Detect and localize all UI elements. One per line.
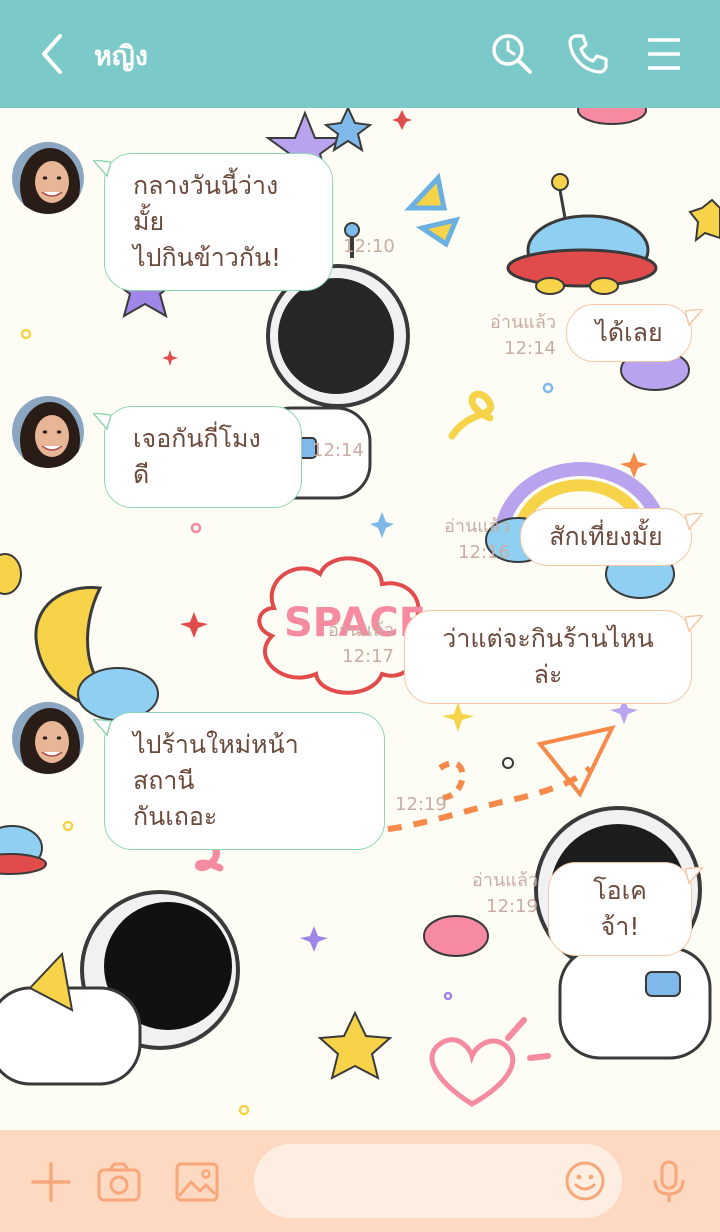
read-receipt: อ่านแล้ว [444, 516, 510, 537]
image-icon[interactable] [174, 1160, 220, 1204]
phone-icon[interactable] [564, 30, 612, 78]
message-time: 12:19 [395, 794, 447, 815]
chat-area[interactable]: SPACE กลางวันนี้ว่างมั้ย ไปกินข้าวกัน! 1… [0, 108, 720, 1130]
message-time: 12:14 [504, 338, 556, 359]
message-bubble-outgoing[interactable]: สักเที่ยงมั้ย [520, 508, 703, 566]
contact-avatar[interactable] [12, 396, 84, 468]
message-text: โอเคจ้า! [593, 876, 647, 941]
search-icon[interactable] [488, 30, 536, 78]
message-text-line: กลางวันนี้ว่างมั้ย [133, 171, 279, 236]
message-time: 12:14 [312, 440, 364, 461]
back-arrow-icon[interactable] [36, 32, 72, 76]
chat-header: หญิง [0, 0, 720, 108]
message-text-line: กันเถอะ [133, 802, 218, 831]
message-time: 12:17 [342, 646, 394, 667]
contact-avatar[interactable] [12, 142, 84, 214]
message-bubble-outgoing[interactable]: ได้เลย [566, 304, 703, 362]
message-text: เจอกันกี่โมงดี [133, 424, 261, 489]
message-text-line: ไปกินข้าวกัน! [133, 243, 282, 272]
plus-icon[interactable] [28, 1160, 74, 1204]
message-time: 12:19 [486, 896, 538, 917]
message-input[interactable] [278, 1162, 558, 1200]
emoji-icon[interactable] [564, 1160, 606, 1202]
contact-avatar[interactable] [12, 702, 84, 774]
message-text: สักเที่ยงมั้ย [549, 522, 663, 551]
message-text-line: ไปร้านใหม่หน้าสถานี [133, 730, 299, 795]
read-receipt: อ่านแล้ว [472, 870, 538, 891]
microphone-icon[interactable] [646, 1160, 692, 1204]
camera-icon[interactable] [96, 1160, 142, 1204]
message-text: ว่าแต่จะกินร้านไหนล่ะ [442, 624, 654, 689]
message-bubble-incoming[interactable]: ไปร้านใหม่หน้าสถานี กันเถอะ [93, 712, 385, 850]
message-text: ได้เลย [595, 318, 663, 347]
message-input-box[interactable] [254, 1144, 622, 1218]
chat-title: หญิง [94, 41, 148, 72]
composer-bar [0, 1130, 720, 1232]
message-bubble-incoming[interactable]: เจอกันกี่โมงดี [93, 406, 302, 508]
read-receipt: อ่านแล้ว [328, 620, 394, 641]
menu-icon[interactable] [640, 30, 688, 78]
message-bubble-outgoing[interactable]: โอเคจ้า! [548, 862, 703, 956]
message-time: 12:16 [458, 542, 510, 563]
message-time: 12:10 [343, 236, 395, 257]
read-receipt: อ่านแล้ว [490, 312, 556, 333]
message-bubble-incoming[interactable]: กลางวันนี้ว่างมั้ย ไปกินข้าวกัน! [93, 153, 333, 291]
message-bubble-outgoing[interactable]: ว่าแต่จะกินร้านไหนล่ะ [404, 610, 703, 704]
